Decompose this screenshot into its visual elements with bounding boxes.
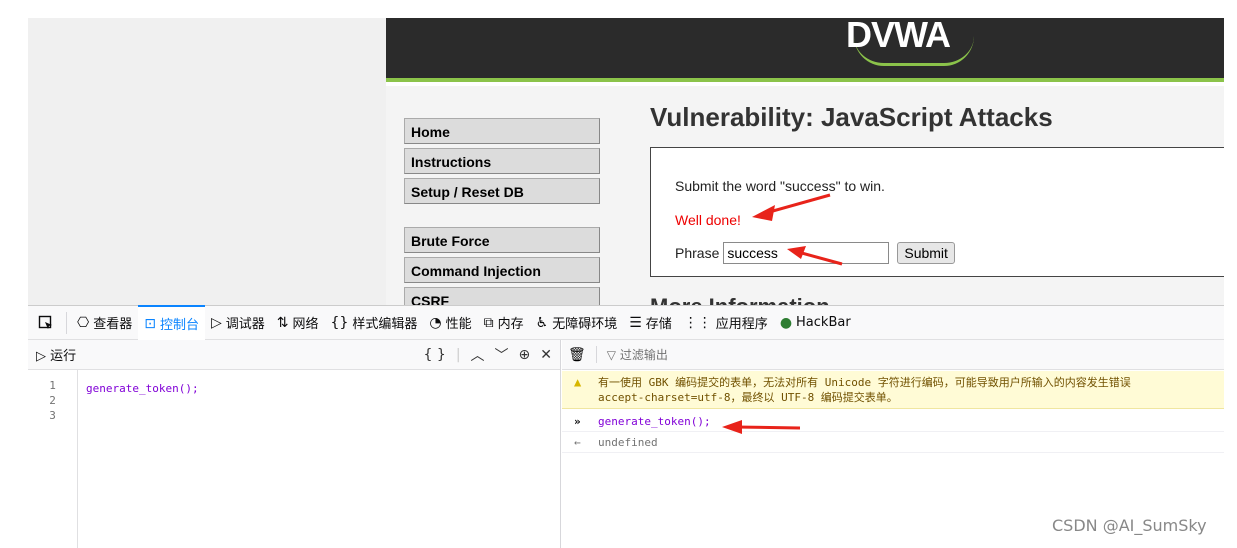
tab-label: 性能	[445, 317, 472, 332]
command-chevron-icon: »	[574, 415, 581, 428]
tab-icon: ⎔	[77, 314, 90, 331]
phrase-input[interactable]	[723, 242, 890, 264]
devtools-tab-9[interactable]: ⋮⋮ 应用程序	[678, 305, 774, 340]
tab-icon: ⋮⋮	[683, 314, 712, 331]
devtools-tab-10[interactable]: ● HackBar	[774, 305, 857, 340]
multiline-editor: ▷ 运行 { } | ︿ ﹀ ⊕ ✕ 1 2 3 generate_token(…	[28, 340, 561, 548]
devtools-tab-5[interactable]: ◔ 性能	[423, 305, 477, 340]
devtools-panel: ⎔ 查看器 ⊡ 控制台 ▷ 调试器 ⇅ 网络{} 样式编辑器 ◔ 性能 ⧉ 内存 ♿ 无障碍环境 ☰ 存储 ⋮⋮ 应…	[0, 305, 1237, 548]
toolbar-separator: |	[455, 346, 461, 363]
more-info-heading: More Information	[650, 294, 830, 305]
run-button[interactable]: ▷ 运行	[36, 345, 76, 364]
dvwa-logo: DVWA	[846, 18, 951, 55]
warning-line: 有一使用 GBK 编码提交的表单，无法对所有 Unicode 字符进行编码，可能…	[598, 376, 1131, 389]
result-text: undefined	[598, 436, 658, 449]
console-toolbar: 🗑 ▽ 过滤输出	[562, 340, 1224, 370]
devtools-tab-8[interactable]: ☰ 存储	[623, 305, 678, 340]
menu-item-home[interactable]: Home	[404, 118, 600, 144]
menu-item-command-injection[interactable]: Command Injection	[404, 257, 600, 283]
tab-icon: ♿	[535, 314, 549, 331]
close-icon[interactable]: ✕	[540, 347, 552, 363]
watermark: CSDN @AI_SumSky	[1052, 516, 1207, 535]
trash-icon[interactable]: 🗑	[568, 347, 586, 363]
toolbar-separator	[66, 311, 67, 334]
devtools-tab-3[interactable]: ⇅ 网络	[271, 305, 325, 340]
tab-icon: ▷	[211, 314, 222, 331]
history-down-icon[interactable]: ﹀	[495, 345, 509, 365]
tab-label: 样式编辑器	[352, 317, 418, 332]
warning-icon: ▲	[574, 375, 582, 389]
element-picker-icon[interactable]	[34, 311, 58, 335]
history-up-icon[interactable]: ︿	[471, 345, 485, 365]
phrase-form: Phrase Submit	[675, 242, 955, 264]
tab-icon: ●	[779, 314, 793, 331]
tab-label: 网络	[292, 317, 319, 332]
challenge-box: Submit the word "success" to win. Well d…	[650, 147, 1224, 277]
pretty-print-icon[interactable]: { }	[424, 347, 446, 363]
page-left-margin	[28, 18, 386, 305]
line-gutter: 1 2 3	[28, 370, 78, 548]
submit-button[interactable]: Submit	[897, 242, 955, 264]
tab-label: 无障碍环境	[552, 317, 618, 332]
page-title: Vulnerability: JavaScript Attacks	[650, 102, 1053, 132]
search-icon[interactable]: ⊕	[519, 347, 531, 363]
line-number: 3	[49, 409, 56, 422]
tab-label: 存储	[645, 317, 672, 332]
devtools-tab-0[interactable]: ⎔ 查看器	[71, 305, 138, 340]
line-number: 1	[49, 379, 56, 392]
tab-label: 调试器	[225, 317, 265, 332]
devtools-tab-4[interactable]: {} 样式编辑器	[325, 305, 424, 340]
editor-code[interactable]: generate_token();	[86, 382, 199, 395]
menu-group-general: Home Instructions Setup / Reset DB	[404, 118, 600, 208]
menu-item-csrf[interactable]: CSRF	[404, 287, 600, 305]
screenshot-root: DVWA Home Instructions Setup / Reset DB …	[0, 0, 1237, 548]
tab-label: 查看器	[93, 317, 133, 332]
tab-label: 控制台	[159, 318, 199, 333]
devtools-tab-2[interactable]: ▷ 调试器	[205, 305, 271, 340]
phrase-label: Phrase	[675, 245, 720, 261]
warning-line: accept-charset=utf-8，最终以 UTF-8 编码提交表单。	[598, 391, 898, 404]
menu-item-setup[interactable]: Setup / Reset DB	[404, 178, 600, 204]
result-arrow-icon: ←	[574, 436, 581, 449]
tab-icon: {}	[330, 314, 349, 331]
devtools-tab-7[interactable]: ♿ 无障碍环境	[530, 305, 624, 340]
dvwa-header: DVWA	[386, 18, 1224, 82]
console-command: » generate_token();	[562, 412, 1224, 432]
menu-item-instructions[interactable]: Instructions	[404, 148, 600, 174]
command-text: generate_token();	[598, 415, 711, 428]
tab-icon: ⧉	[483, 314, 494, 331]
instruction-text: Submit the word "success" to win.	[675, 178, 885, 194]
browser-page: DVWA Home Instructions Setup / Reset DB …	[0, 0, 1237, 305]
editor-toolbar: ▷ 运行 { } | ︿ ﹀ ⊕ ✕	[28, 340, 560, 370]
devtools-tab-1[interactable]: ⊡ 控制台	[138, 305, 205, 340]
devtools-tab-strip: ⎔ 查看器 ⊡ 控制台 ▷ 调试器 ⇅ 网络{} 样式编辑器 ◔ 性能 ⧉ 内存 ♿ 无障碍环境 ☰ 存储 ⋮⋮ 应…	[71, 305, 857, 340]
filter-input[interactable]: ▽ 过滤输出	[595, 346, 668, 363]
tab-label: 应用程序	[715, 317, 768, 332]
warning-message: ▲ 有一使用 GBK 编码提交的表单，无法对所有 Unicode 字符进行编码，…	[562, 371, 1224, 409]
tab-icon: ⇅	[276, 314, 289, 331]
line-number: 2	[49, 394, 56, 407]
tab-label: 内存	[497, 317, 524, 332]
tab-label: HackBar	[796, 315, 851, 330]
result-message: Well done!	[675, 212, 741, 228]
tab-icon: ◔	[429, 314, 442, 331]
devtools-toolbar: ⎔ 查看器 ⊡ 控制台 ▷ 调试器 ⇅ 网络{} 样式编辑器 ◔ 性能 ⧉ 内存 ♿ 无障碍环境 ☰ 存储 ⋮⋮ 应…	[28, 305, 1224, 340]
tab-icon: ⊡	[144, 315, 156, 332]
editor-tools: { } | ︿ ﹀ ⊕ ✕	[424, 345, 552, 365]
console-result: ← undefined	[562, 433, 1224, 453]
tab-icon: ☰	[629, 314, 642, 331]
menu-item-brute-force[interactable]: Brute Force	[404, 227, 600, 253]
menu-group-vulns: Brute Force Command Injection CSRF	[404, 227, 600, 305]
devtools-tab-6[interactable]: ⧉ 内存	[478, 305, 530, 340]
filter-placeholder: 过滤输出	[619, 348, 668, 362]
